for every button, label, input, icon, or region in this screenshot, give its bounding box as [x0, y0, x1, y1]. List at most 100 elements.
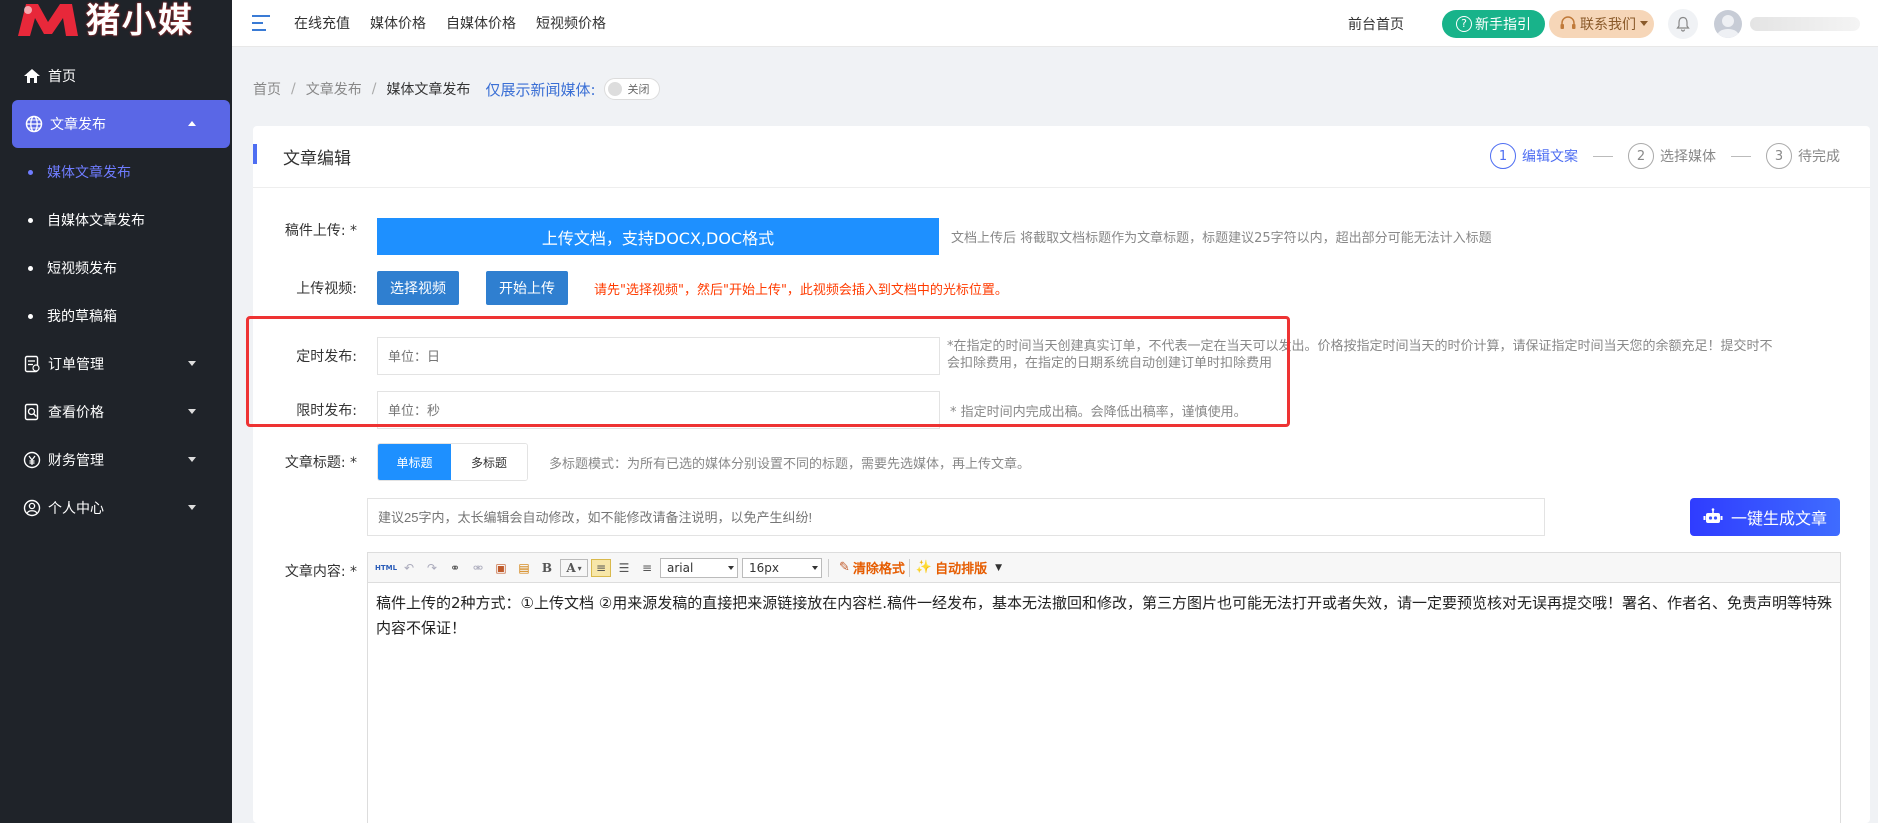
select-video-button[interactable]: 选择视频: [377, 271, 459, 305]
menu-toggle-icon[interactable]: [252, 15, 270, 31]
chevron-down-icon: [188, 505, 196, 510]
sidebar-subitem-label: 自媒体文章发布: [47, 213, 145, 229]
ai-button-label: 一键生成文章: [1730, 509, 1827, 528]
contact-button[interactable]: 联系我们: [1549, 9, 1654, 38]
chevron-down-icon: [188, 361, 196, 366]
eraser-icon: ✎: [839, 560, 850, 575]
redo-icon[interactable]: ↷: [422, 559, 442, 577]
sidebar-subitem-short-video[interactable]: 短视频发布: [0, 244, 232, 292]
notification-bell-icon[interactable]: [1668, 8, 1698, 39]
image-icon[interactable]: ▣: [491, 559, 511, 577]
logo[interactable]: 猪小媒: [0, 0, 232, 48]
highlight-box: [246, 316, 1290, 427]
guide-button[interactable]: ? 新手指引: [1442, 9, 1545, 38]
editor-content[interactable]: 稿件上传的2种方式：①上传文档 ②用来源发稿的直接把来源链接放在内容栏.稿件一经…: [368, 583, 1840, 649]
article-title-label: 文章标题: *: [284, 455, 357, 471]
article-title-input[interactable]: [367, 498, 1545, 536]
clear-format-button[interactable]: ✎ 清除格式: [839, 558, 905, 577]
step-select-media: 2 选择媒体: [1628, 143, 1716, 169]
front-page-link[interactable]: 前台首页: [1348, 14, 1404, 34]
undo-icon[interactable]: ↶: [399, 559, 419, 577]
sidebar-subitem-label: 媒体文章发布: [47, 165, 131, 181]
sidebar-item-profile[interactable]: 个人中心: [0, 484, 232, 532]
multi-title-hint: 多标题模式：为所有已选的媒体分别设置不同的标题，需要先选媒体，再上传文章。: [549, 456, 1031, 472]
step-edit: 1 编辑文案: [1490, 143, 1578, 169]
news-only-toggle[interactable]: 关闭: [603, 78, 660, 100]
chevron-down-icon: ▼: [995, 562, 1003, 573]
align-center-icon[interactable]: ☰: [614, 559, 634, 577]
avatar[interactable]: [1714, 9, 1742, 38]
globe-icon: [24, 114, 44, 134]
bullet-icon: [28, 169, 33, 175]
nav-link-self-media-price[interactable]: 自媒体价格: [446, 13, 516, 33]
sidebar-item-label: 个人中心: [48, 501, 104, 517]
chevron-down-icon: [188, 457, 196, 462]
sidebar-subitem-self-media-article[interactable]: 自媒体文章发布: [0, 196, 232, 244]
sidebar-item-orders[interactable]: 订单管理: [0, 340, 232, 388]
robot-icon: [1703, 508, 1723, 523]
nav-link-recharge[interactable]: 在线充值: [294, 13, 350, 33]
font-family-select[interactable]: arial: [660, 557, 738, 578]
sidebar-subitem-label: 短视频发布: [47, 261, 117, 277]
upload-document-button[interactable]: 上传文档，支持DOCX,DOC格式: [377, 218, 939, 255]
breadcrumb-home[interactable]: 首页: [253, 79, 281, 99]
price-search-icon: [22, 402, 42, 422]
bullet-icon: [28, 313, 33, 319]
nav-link-video-price[interactable]: 短视频价格: [536, 13, 606, 33]
nav-link-media-price[interactable]: 媒体价格: [370, 13, 426, 33]
chevron-up-icon: [188, 121, 196, 126]
user-icon: [22, 498, 42, 518]
link-icon[interactable]: ⚭: [445, 559, 465, 577]
sidebar: 猪小媒 首页 文章发布 媒体文章发布 自媒体文章发布 短视频发布 我的草稿箱 订…: [0, 0, 232, 823]
bold-icon[interactable]: B: [537, 559, 557, 577]
ai-generate-button[interactable]: 一键生成文章: [1690, 498, 1840, 536]
sidebar-item-prices[interactable]: 查看价格: [0, 388, 232, 436]
insert-image-icon[interactable]: ▤: [514, 559, 534, 577]
sidebar-subitem-media-article[interactable]: 媒体文章发布: [0, 148, 232, 196]
multi-title-tab[interactable]: 多标题: [451, 444, 527, 480]
sidebar-subitem-label: 我的草稿箱: [47, 309, 117, 325]
username-blurred[interactable]: [1750, 16, 1860, 31]
logo-m-icon: [18, 4, 78, 36]
headset-icon: [1560, 15, 1576, 29]
order-icon: [22, 354, 42, 374]
sidebar-subitem-drafts[interactable]: 我的草稿箱: [0, 292, 232, 340]
logo-text: 猪小媒: [86, 0, 194, 41]
sidebar-item-label: 首页: [48, 69, 76, 85]
top-nav: 在线充值 媒体价格 自媒体价格 短视频价格: [294, 13, 626, 33]
font-color-icon[interactable]: A ▾: [560, 558, 588, 577]
align-right-icon[interactable]: ≡: [637, 559, 657, 577]
bullet-icon: [28, 265, 33, 271]
topbar: 在线充值 媒体价格 自媒体价格 短视频价格 前台首页 ? 新手指引 联系我们: [232, 0, 1878, 47]
start-upload-button[interactable]: 开始上传: [486, 271, 568, 305]
unlink-icon[interactable]: ⚮: [468, 559, 488, 577]
font-size-select[interactable]: 16px: [742, 557, 822, 578]
video-hint: 请先"选择视频"，然后"开始上传"，此视频会插入到文档中的光标位置。: [594, 282, 1008, 298]
html-source-icon[interactable]: HTML: [375, 559, 397, 577]
sidebar-item-article-publish[interactable]: 文章发布: [12, 100, 230, 148]
card-title: 文章编辑: [283, 149, 351, 169]
magic-wand-icon: ✨: [915, 560, 933, 575]
sidebar-item-home[interactable]: 首页: [0, 52, 232, 100]
article-content-label: 文章内容: *: [284, 564, 357, 580]
article-edit-card: 文章编辑 1 编辑文案 2 选择媒体 3 待完成 稿件上传: * 上传文档，支持DOC…: [253, 126, 1870, 823]
breadcrumb: 首页 / 文章发布 / 媒体文章发布 仅展示新闻媒体: 关闭: [253, 78, 660, 100]
auto-layout-button[interactable]: ✨ 自动排版 ▼: [916, 558, 1002, 577]
guide-label: 新手指引: [1475, 16, 1531, 33]
sidebar-item-label: 财务管理: [48, 453, 104, 469]
breadcrumb-current: 媒体文章发布: [386, 82, 471, 98]
sidebar-item-label: 查看价格: [48, 405, 104, 421]
news-only-label: 仅展示新闻媒体:: [485, 80, 596, 99]
video-label: 上传视频:: [296, 281, 357, 297]
chevron-down-icon: [1640, 21, 1648, 26]
toggle-label: 关闭: [627, 83, 650, 96]
breadcrumb-article-publish[interactable]: 文章发布: [306, 79, 362, 99]
title-mode-switch: 单标题 多标题: [377, 443, 528, 481]
finance-icon: [22, 450, 42, 470]
align-left-icon[interactable]: ≡: [591, 558, 611, 577]
title-accent-bar: [253, 144, 257, 164]
sidebar-item-finance[interactable]: 财务管理: [0, 436, 232, 484]
toggle-knob: [607, 82, 622, 96]
single-title-tab[interactable]: 单标题: [378, 444, 451, 480]
bullet-icon: [28, 217, 33, 223]
